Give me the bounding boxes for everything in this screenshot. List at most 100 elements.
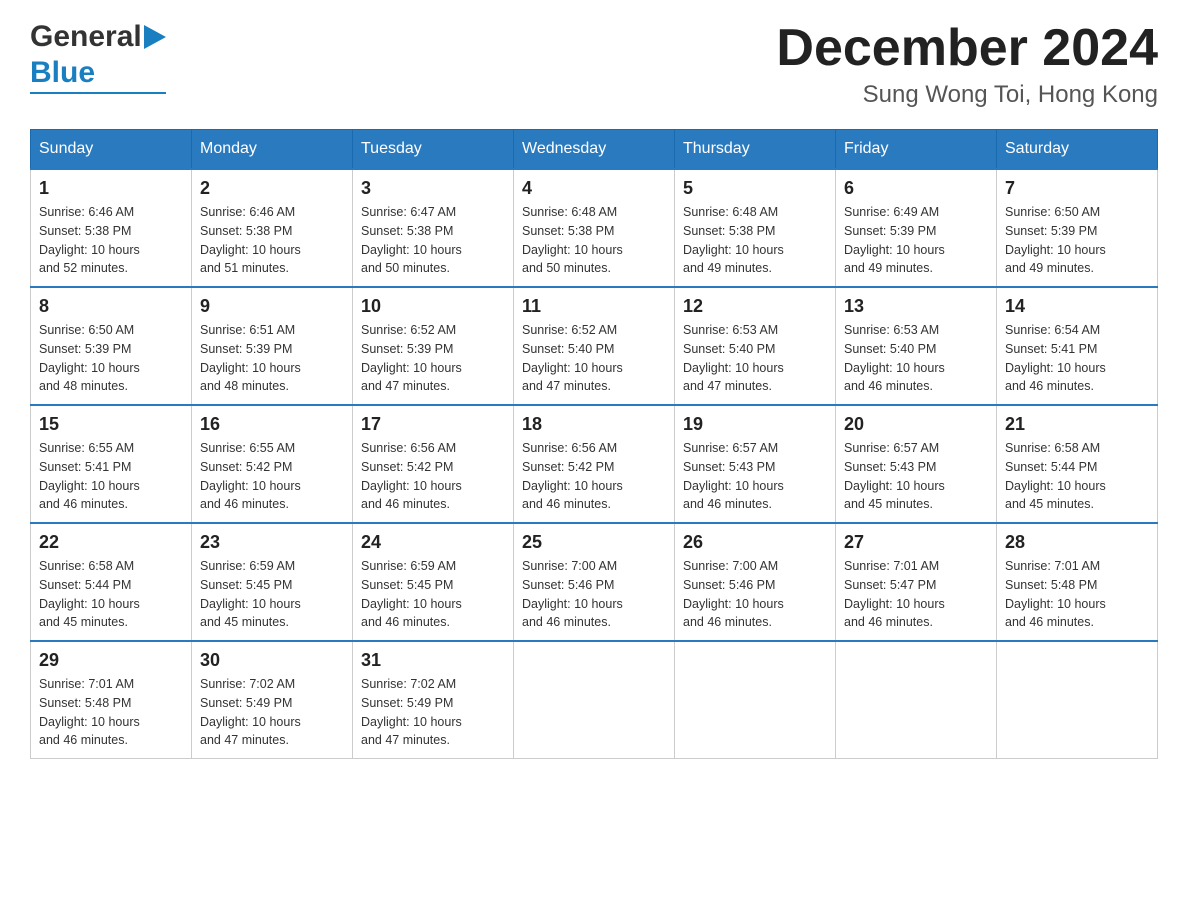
page-header: General Blue December 2024 Sung Wong Toi… (30, 20, 1158, 109)
calendar-cell: 27 Sunrise: 7:01 AMSunset: 5:47 PMDaylig… (836, 523, 997, 641)
calendar-week-row: 29 Sunrise: 7:01 AMSunset: 5:48 PMDaylig… (31, 641, 1158, 759)
day-info: Sunrise: 6:58 AMSunset: 5:44 PMDaylight:… (39, 557, 183, 632)
day-number: 1 (39, 178, 183, 199)
calendar-cell: 20 Sunrise: 6:57 AMSunset: 5:43 PMDaylig… (836, 405, 997, 523)
day-number: 9 (200, 296, 344, 317)
day-number: 4 (522, 178, 666, 199)
calendar-cell: 6 Sunrise: 6:49 AMSunset: 5:39 PMDayligh… (836, 169, 997, 287)
day-number: 23 (200, 532, 344, 553)
day-info: Sunrise: 6:50 AMSunset: 5:39 PMDaylight:… (1005, 203, 1149, 278)
day-info: Sunrise: 7:01 AMSunset: 5:47 PMDaylight:… (844, 557, 988, 632)
day-info: Sunrise: 7:01 AMSunset: 5:48 PMDaylight:… (1005, 557, 1149, 632)
day-number: 22 (39, 532, 183, 553)
calendar-cell: 28 Sunrise: 7:01 AMSunset: 5:48 PMDaylig… (997, 523, 1158, 641)
day-info: Sunrise: 7:02 AMSunset: 5:49 PMDaylight:… (200, 675, 344, 750)
day-info: Sunrise: 6:48 AMSunset: 5:38 PMDaylight:… (683, 203, 827, 278)
calendar-cell: 8 Sunrise: 6:50 AMSunset: 5:39 PMDayligh… (31, 287, 192, 405)
calendar-table: SundayMondayTuesdayWednesdayThursdayFrid… (30, 129, 1158, 759)
day-info: Sunrise: 6:48 AMSunset: 5:38 PMDaylight:… (522, 203, 666, 278)
day-number: 15 (39, 414, 183, 435)
calendar-cell: 30 Sunrise: 7:02 AMSunset: 5:49 PMDaylig… (192, 641, 353, 759)
calendar-header-monday: Monday (192, 130, 353, 170)
day-number: 12 (683, 296, 827, 317)
calendar-week-row: 8 Sunrise: 6:50 AMSunset: 5:39 PMDayligh… (31, 287, 1158, 405)
day-number: 27 (844, 532, 988, 553)
day-info: Sunrise: 6:57 AMSunset: 5:43 PMDaylight:… (683, 439, 827, 514)
day-info: Sunrise: 6:46 AMSunset: 5:38 PMDaylight:… (200, 203, 344, 278)
logo-blue-text: Blue (30, 56, 95, 90)
day-number: 24 (361, 532, 505, 553)
day-number: 13 (844, 296, 988, 317)
day-number: 30 (200, 650, 344, 671)
calendar-cell (836, 641, 997, 759)
calendar-cell: 7 Sunrise: 6:50 AMSunset: 5:39 PMDayligh… (997, 169, 1158, 287)
day-info: Sunrise: 6:47 AMSunset: 5:38 PMDaylight:… (361, 203, 505, 278)
day-info: Sunrise: 6:56 AMSunset: 5:42 PMDaylight:… (361, 439, 505, 514)
calendar-cell: 24 Sunrise: 6:59 AMSunset: 5:45 PMDaylig… (353, 523, 514, 641)
day-number: 8 (39, 296, 183, 317)
day-number: 3 (361, 178, 505, 199)
day-number: 2 (200, 178, 344, 199)
day-number: 17 (361, 414, 505, 435)
day-number: 6 (844, 178, 988, 199)
month-title: December 2024 (776, 20, 1158, 77)
logo-underline (30, 92, 166, 94)
calendar-cell: 9 Sunrise: 6:51 AMSunset: 5:39 PMDayligh… (192, 287, 353, 405)
day-info: Sunrise: 7:00 AMSunset: 5:46 PMDaylight:… (683, 557, 827, 632)
calendar-cell: 17 Sunrise: 6:56 AMSunset: 5:42 PMDaylig… (353, 405, 514, 523)
day-number: 18 (522, 414, 666, 435)
day-info: Sunrise: 6:51 AMSunset: 5:39 PMDaylight:… (200, 321, 344, 396)
day-number: 28 (1005, 532, 1149, 553)
day-info: Sunrise: 6:53 AMSunset: 5:40 PMDaylight:… (683, 321, 827, 396)
calendar-week-row: 22 Sunrise: 6:58 AMSunset: 5:44 PMDaylig… (31, 523, 1158, 641)
day-number: 26 (683, 532, 827, 553)
calendar-cell (997, 641, 1158, 759)
day-number: 31 (361, 650, 505, 671)
day-number: 5 (683, 178, 827, 199)
calendar-cell: 23 Sunrise: 6:59 AMSunset: 5:45 PMDaylig… (192, 523, 353, 641)
day-info: Sunrise: 6:49 AMSunset: 5:39 PMDaylight:… (844, 203, 988, 278)
title-section: December 2024 Sung Wong Toi, Hong Kong (776, 20, 1158, 109)
calendar-cell: 22 Sunrise: 6:58 AMSunset: 5:44 PMDaylig… (31, 523, 192, 641)
day-number: 19 (683, 414, 827, 435)
calendar-week-row: 15 Sunrise: 6:55 AMSunset: 5:41 PMDaylig… (31, 405, 1158, 523)
calendar-cell (514, 641, 675, 759)
calendar-cell: 14 Sunrise: 6:54 AMSunset: 5:41 PMDaylig… (997, 287, 1158, 405)
day-info: Sunrise: 6:55 AMSunset: 5:42 PMDaylight:… (200, 439, 344, 514)
day-info: Sunrise: 6:58 AMSunset: 5:44 PMDaylight:… (1005, 439, 1149, 514)
day-info: Sunrise: 7:01 AMSunset: 5:48 PMDaylight:… (39, 675, 183, 750)
calendar-cell: 21 Sunrise: 6:58 AMSunset: 5:44 PMDaylig… (997, 405, 1158, 523)
calendar-header-tuesday: Tuesday (353, 130, 514, 170)
calendar-header-friday: Friday (836, 130, 997, 170)
calendar-cell: 3 Sunrise: 6:47 AMSunset: 5:38 PMDayligh… (353, 169, 514, 287)
calendar-cell: 10 Sunrise: 6:52 AMSunset: 5:39 PMDaylig… (353, 287, 514, 405)
day-number: 7 (1005, 178, 1149, 199)
calendar-week-row: 1 Sunrise: 6:46 AMSunset: 5:38 PMDayligh… (31, 169, 1158, 287)
calendar-cell: 25 Sunrise: 7:00 AMSunset: 5:46 PMDaylig… (514, 523, 675, 641)
calendar-cell: 12 Sunrise: 6:53 AMSunset: 5:40 PMDaylig… (675, 287, 836, 405)
calendar-cell: 16 Sunrise: 6:55 AMSunset: 5:42 PMDaylig… (192, 405, 353, 523)
day-info: Sunrise: 6:59 AMSunset: 5:45 PMDaylight:… (361, 557, 505, 632)
logo-general-text: General (30, 20, 142, 54)
calendar-header-row: SundayMondayTuesdayWednesdayThursdayFrid… (31, 130, 1158, 170)
day-info: Sunrise: 6:46 AMSunset: 5:38 PMDaylight:… (39, 203, 183, 278)
calendar-cell: 26 Sunrise: 7:00 AMSunset: 5:46 PMDaylig… (675, 523, 836, 641)
calendar-header-wednesday: Wednesday (514, 130, 675, 170)
day-info: Sunrise: 6:50 AMSunset: 5:39 PMDaylight:… (39, 321, 183, 396)
day-number: 29 (39, 650, 183, 671)
logo: General Blue (30, 20, 166, 94)
day-info: Sunrise: 6:54 AMSunset: 5:41 PMDaylight:… (1005, 321, 1149, 396)
calendar-cell: 1 Sunrise: 6:46 AMSunset: 5:38 PMDayligh… (31, 169, 192, 287)
day-info: Sunrise: 6:56 AMSunset: 5:42 PMDaylight:… (522, 439, 666, 514)
calendar-cell: 18 Sunrise: 6:56 AMSunset: 5:42 PMDaylig… (514, 405, 675, 523)
location-title: Sung Wong Toi, Hong Kong (776, 81, 1158, 109)
calendar-cell: 19 Sunrise: 6:57 AMSunset: 5:43 PMDaylig… (675, 405, 836, 523)
calendar-cell: 13 Sunrise: 6:53 AMSunset: 5:40 PMDaylig… (836, 287, 997, 405)
day-info: Sunrise: 6:59 AMSunset: 5:45 PMDaylight:… (200, 557, 344, 632)
day-number: 16 (200, 414, 344, 435)
day-number: 21 (1005, 414, 1149, 435)
day-info: Sunrise: 6:52 AMSunset: 5:39 PMDaylight:… (361, 321, 505, 396)
calendar-header-sunday: Sunday (31, 130, 192, 170)
day-info: Sunrise: 6:53 AMSunset: 5:40 PMDaylight:… (844, 321, 988, 396)
calendar-cell: 15 Sunrise: 6:55 AMSunset: 5:41 PMDaylig… (31, 405, 192, 523)
